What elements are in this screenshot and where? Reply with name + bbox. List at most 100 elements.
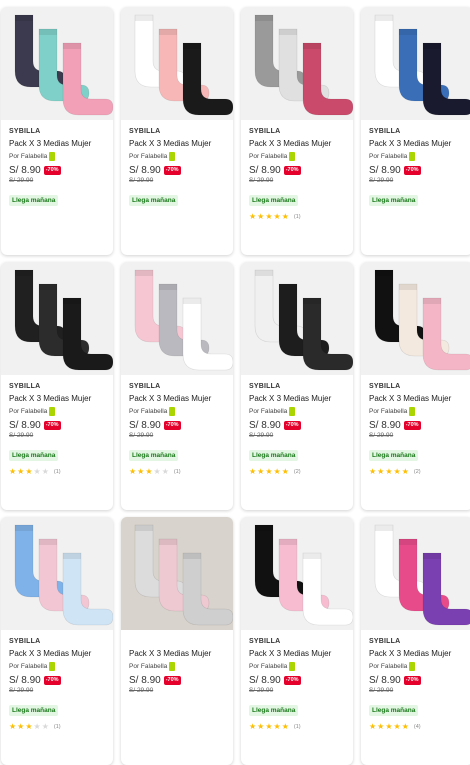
product-info: SYBILLA Pack X 3 Medias Mujer Por Falabe… bbox=[129, 127, 229, 207]
star-icon: ★ bbox=[249, 212, 257, 221]
seller-name: Por Falabella bbox=[9, 408, 48, 415]
product-image[interactable] bbox=[121, 517, 233, 630]
product-image[interactable] bbox=[121, 7, 233, 120]
rating-row: ★ ★ ★ ★ ★ (2) bbox=[249, 468, 349, 476]
star-icon: ★ bbox=[273, 212, 281, 221]
product-price: S/ 8.90 bbox=[249, 165, 281, 176]
delivery-badge: Llega mañana bbox=[369, 450, 419, 461]
star-icon: ★ bbox=[265, 722, 273, 731]
product-price: S/ 8.90 bbox=[129, 675, 161, 686]
seller-badge-icon bbox=[409, 662, 416, 671]
product-image[interactable] bbox=[241, 517, 353, 630]
product-title[interactable]: Pack X 3 Medias Mujer bbox=[129, 394, 229, 404]
product-title[interactable]: Pack X 3 Medias Mujer bbox=[9, 649, 109, 659]
seller-badge-icon bbox=[289, 662, 296, 671]
rating-row: ★ ★ ★ ★ ★ (1) bbox=[129, 468, 229, 476]
seller-name: Por Falabella bbox=[369, 408, 408, 415]
star-icon: ★ bbox=[257, 722, 265, 731]
star-icon: ★ bbox=[369, 467, 377, 476]
star-icon: ★ bbox=[393, 467, 401, 476]
seller-badge-icon bbox=[49, 662, 56, 671]
discount-badge: -70% bbox=[283, 676, 301, 685]
old-price: S/ 29.90 bbox=[249, 432, 274, 439]
product-card[interactable]: Pack X 3 Medias Mujer Por Falabella S/ 8… bbox=[121, 517, 233, 765]
seller-badge-icon bbox=[289, 407, 296, 416]
star-icon: ★ bbox=[33, 722, 41, 731]
seller-row: Por Falabella bbox=[9, 152, 109, 161]
seller-name: Por Falabella bbox=[129, 663, 168, 670]
product-title[interactable]: Pack X 3 Medias Mujer bbox=[129, 139, 229, 149]
star-icon: ★ bbox=[257, 212, 265, 221]
product-card[interactable]: SYBILLA Pack X 3 Medias Mujer Por Falabe… bbox=[121, 7, 233, 255]
star-icon: ★ bbox=[41, 722, 49, 731]
price-row: S/ 8.90 -70% bbox=[369, 420, 469, 431]
product-image[interactable] bbox=[361, 7, 470, 120]
price-row: S/ 8.90 -70% bbox=[129, 675, 229, 686]
product-image[interactable] bbox=[1, 262, 113, 375]
star-icon: ★ bbox=[273, 722, 281, 731]
star-icon: ★ bbox=[401, 467, 409, 476]
old-price: S/ 29.90 bbox=[129, 177, 154, 184]
product-image[interactable] bbox=[1, 517, 113, 630]
product-info: SYBILLA Pack X 3 Medias Mujer Por Falabe… bbox=[249, 637, 349, 731]
product-title[interactable]: Pack X 3 Medias Mujer bbox=[249, 649, 349, 659]
old-price: S/ 29.90 bbox=[249, 687, 274, 694]
seller-badge-icon bbox=[169, 662, 176, 671]
star-icon: ★ bbox=[137, 467, 145, 476]
product-card[interactable]: SYBILLA Pack X 3 Medias Mujer Por Falabe… bbox=[121, 262, 233, 510]
product-image[interactable] bbox=[361, 517, 470, 630]
product-image-art bbox=[241, 517, 353, 630]
product-image-art bbox=[1, 262, 113, 375]
seller-name: Por Falabella bbox=[249, 408, 288, 415]
seller-row: Por Falabella bbox=[129, 407, 229, 416]
product-card[interactable]: SYBILLA Pack X 3 Medias Mujer Por Falabe… bbox=[361, 262, 470, 510]
product-image[interactable] bbox=[121, 262, 233, 375]
star-icon: ★ bbox=[377, 722, 385, 731]
product-title[interactable]: Pack X 3 Medias Mujer bbox=[9, 394, 109, 404]
product-title[interactable]: Pack X 3 Medias Mujer bbox=[249, 394, 349, 404]
product-price: S/ 8.90 bbox=[129, 165, 161, 176]
discount-badge: -70% bbox=[403, 166, 421, 175]
product-image[interactable] bbox=[241, 262, 353, 375]
seller-row: Por Falabella bbox=[129, 152, 229, 161]
product-image-art bbox=[241, 262, 353, 375]
product-brand: SYBILLA bbox=[9, 128, 41, 135]
product-title[interactable]: Pack X 3 Medias Mujer bbox=[369, 139, 469, 149]
rating-count: (1) bbox=[293, 724, 301, 730]
seller-row: Por Falabella bbox=[249, 407, 349, 416]
product-image[interactable] bbox=[361, 262, 470, 375]
product-title[interactable]: Pack X 3 Medias Mujer bbox=[249, 139, 349, 149]
star-icon: ★ bbox=[17, 722, 25, 731]
product-title[interactable]: Pack X 3 Medias Mujer bbox=[129, 649, 229, 659]
discount-badge: -70% bbox=[403, 421, 421, 430]
star-icon: ★ bbox=[25, 467, 33, 476]
product-info: SYBILLA Pack X 3 Medias Mujer Por Falabe… bbox=[369, 382, 469, 476]
product-title[interactable]: Pack X 3 Medias Mujer bbox=[369, 394, 469, 404]
product-card[interactable]: SYBILLA Pack X 3 Medias Mujer Por Falabe… bbox=[361, 517, 470, 765]
product-card[interactable]: SYBILLA Pack X 3 Medias Mujer Por Falabe… bbox=[1, 7, 113, 255]
product-card[interactable]: SYBILLA Pack X 3 Medias Mujer Por Falabe… bbox=[241, 262, 353, 510]
seller-row: Por Falabella bbox=[9, 407, 109, 416]
star-icon: ★ bbox=[369, 722, 377, 731]
seller-name: Por Falabella bbox=[249, 153, 288, 160]
product-card[interactable]: SYBILLA Pack X 3 Medias Mujer Por Falabe… bbox=[1, 517, 113, 765]
product-card[interactable]: SYBILLA Pack X 3 Medias Mujer Por Falabe… bbox=[361, 7, 470, 255]
rating-count: (1) bbox=[53, 469, 61, 475]
product-image[interactable] bbox=[241, 7, 353, 120]
product-card[interactable]: SYBILLA Pack X 3 Medias Mujer Por Falabe… bbox=[241, 517, 353, 765]
star-icon: ★ bbox=[41, 467, 49, 476]
product-title[interactable]: Pack X 3 Medias Mujer bbox=[9, 139, 109, 149]
product-title[interactable]: Pack X 3 Medias Mujer bbox=[369, 649, 469, 659]
star-icon: ★ bbox=[393, 722, 401, 731]
star-icon: ★ bbox=[401, 722, 409, 731]
product-image[interactable] bbox=[1, 7, 113, 120]
product-card[interactable]: SYBILLA Pack X 3 Medias Mujer Por Falabe… bbox=[1, 262, 113, 510]
product-image-art bbox=[241, 7, 353, 120]
star-icon: ★ bbox=[281, 722, 289, 731]
star-icon: ★ bbox=[281, 467, 289, 476]
product-card[interactable]: SYBILLA Pack X 3 Medias Mujer Por Falabe… bbox=[241, 7, 353, 255]
rating-row: ★ ★ ★ ★ ★ (2) bbox=[369, 468, 469, 476]
star-icon: ★ bbox=[385, 722, 393, 731]
delivery-badge: Llega mañana bbox=[129, 450, 179, 461]
seller-name: Por Falabella bbox=[129, 153, 168, 160]
